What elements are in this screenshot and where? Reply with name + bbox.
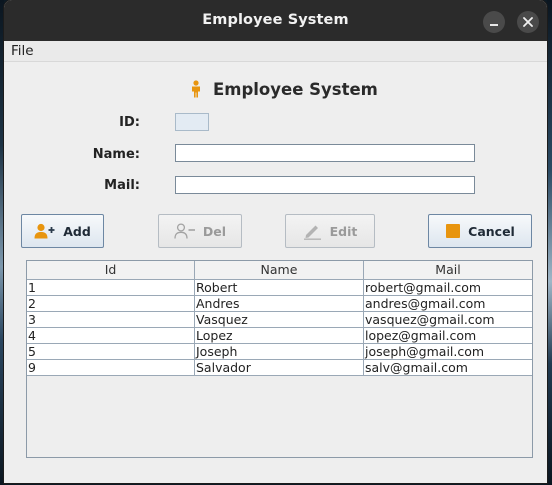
table-row[interactable]: 9 Salvador salv@gmail.com (27, 360, 532, 376)
menu-bar: File (4, 41, 547, 62)
cell-mail: robert@gmail.com (365, 280, 482, 295)
cell-mail: vasquez@gmail.com (365, 312, 495, 327)
edit-button-label: Edit (329, 223, 358, 239)
column-header-name[interactable]: Name (195, 261, 364, 279)
cancel-button[interactable]: Cancel (428, 214, 532, 248)
window-title: Employee System (202, 12, 349, 28)
id-field[interactable] (175, 113, 209, 131)
minimize-icon (490, 24, 498, 26)
table-row[interactable]: 5 Joseph joseph@gmail.com (27, 344, 532, 360)
cell-name: Lopez (195, 328, 364, 343)
cell-name: Andres (195, 296, 364, 311)
name-label: Name: (92, 147, 140, 162)
form-heading: Employee System (189, 78, 378, 100)
person-icon (192, 80, 200, 98)
add-button[interactable]: Add (21, 214, 104, 248)
cancel-button-label: Cancel (468, 223, 515, 239)
mail-field[interactable] (175, 176, 475, 194)
menu-file[interactable]: File (11, 43, 34, 59)
delete-button[interactable]: Del (158, 214, 242, 248)
table-row[interactable]: 4 Lopez lopez@gmail.com (27, 328, 532, 344)
cell-id: 2 (27, 296, 195, 311)
cell-name: Vasquez (195, 312, 364, 327)
cell-mail: andres@gmail.com (365, 296, 486, 311)
cell-id: 1 (27, 280, 195, 295)
desktop-background-right (547, 0, 552, 485)
name-field[interactable] (175, 144, 475, 162)
table-body: 1 Robert robert@gmail.com 2 Andres andre… (27, 280, 532, 376)
cell-mail: joseph@gmail.com (365, 344, 485, 359)
table-header: Id Name Mail (27, 261, 532, 280)
table-row[interactable]: 1 Robert robert@gmail.com (27, 280, 532, 296)
add-user-icon (34, 223, 56, 239)
cell-id: 4 (27, 328, 195, 343)
employee-table[interactable]: Id Name Mail 1 Robert robert@gmail.com 2… (26, 260, 533, 458)
table-row[interactable]: 3 Vasquez vasquez@gmail.com (27, 312, 532, 328)
app-window: Employee System File Employee System ID:… (4, 0, 547, 483)
cell-name: Robert (195, 280, 364, 295)
cell-id: 3 (27, 312, 195, 327)
heading-text: Employee System (213, 79, 378, 99)
column-header-mail[interactable]: Mail (364, 261, 532, 279)
pencil-icon (303, 222, 323, 240)
remove-user-icon (174, 223, 196, 239)
stop-icon (445, 223, 461, 239)
mail-label: Mail: (104, 178, 140, 193)
column-header-id[interactable]: Id (27, 261, 195, 279)
close-icon (523, 17, 533, 27)
delete-button-label: Del (202, 223, 227, 239)
cell-id: 9 (27, 360, 195, 375)
title-bar[interactable]: Employee System (4, 0, 547, 41)
main-panel: Employee System ID: Name: Mail: Add Del … (4, 62, 547, 483)
cell-name: Joseph (195, 344, 364, 359)
edit-button[interactable]: Edit (285, 214, 375, 248)
cell-name: Salvador (195, 360, 364, 375)
add-button-label: Add (63, 223, 91, 239)
cell-id: 5 (27, 344, 195, 359)
cell-mail: salv@gmail.com (365, 360, 468, 375)
close-button[interactable] (517, 11, 539, 33)
table-row[interactable]: 2 Andres andres@gmail.com (27, 296, 532, 312)
minimize-button[interactable] (483, 11, 505, 33)
id-label: ID: (119, 115, 140, 130)
cell-mail: lopez@gmail.com (365, 328, 477, 343)
